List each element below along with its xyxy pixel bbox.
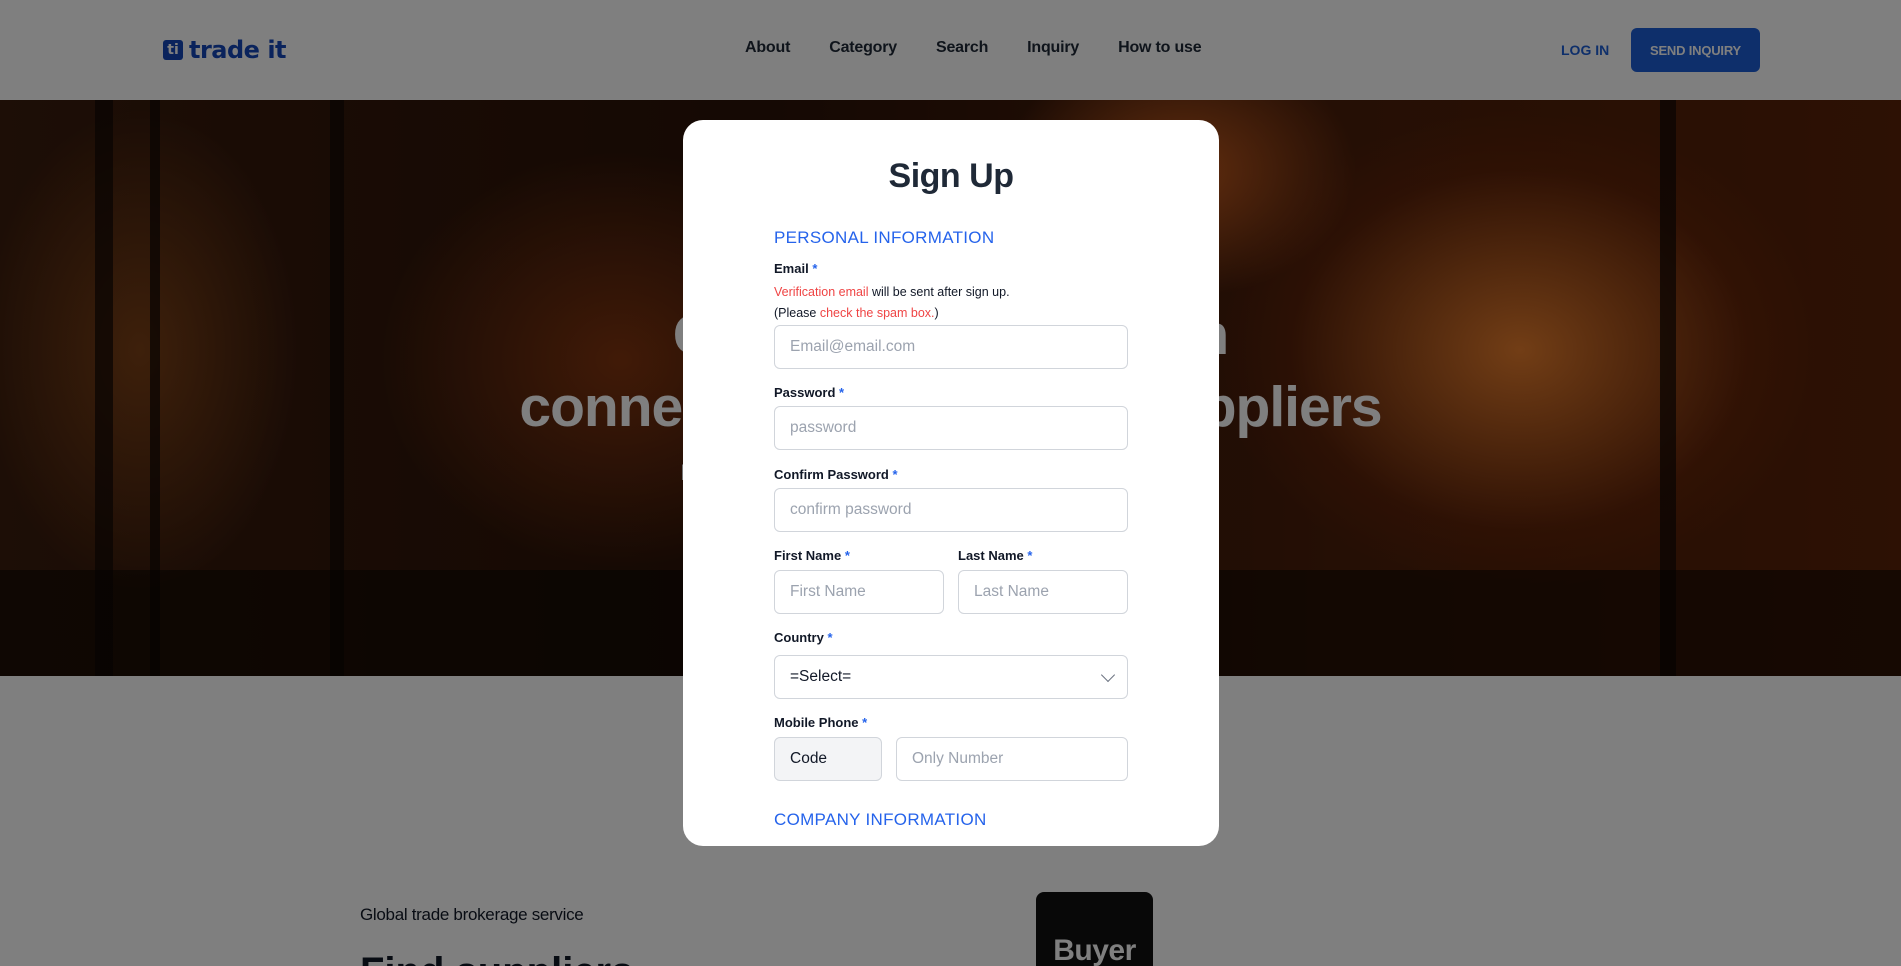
spam-note-highlight: check the spam box. — [819, 306, 935, 320]
last-name-field[interactable]: Last Name — [958, 570, 1128, 614]
last-name-label: Last Name * — [958, 548, 1032, 563]
password-field[interactable]: password — [774, 406, 1128, 450]
mobile-phone-label: Mobile Phone * — [774, 715, 867, 730]
first-name-field[interactable]: First Name — [774, 570, 944, 614]
last-name-label-text: Last Name — [958, 548, 1024, 563]
country-select[interactable]: =Select= — [774, 655, 1128, 699]
first-name-label: First Name * — [774, 548, 850, 563]
confirm-password-label-text: Confirm Password — [774, 467, 889, 482]
required-mark: * — [1027, 548, 1033, 563]
personal-info-heading: PERSONAL INFORMATION — [774, 228, 995, 247]
required-mark: * — [844, 548, 850, 563]
chevron-down-icon — [1100, 667, 1116, 683]
required-mark: * — [827, 630, 833, 645]
confirm-password-label: Confirm Password * — [774, 467, 898, 482]
password-label-text: Password — [774, 385, 836, 400]
verification-note: Verification email will be sent after si… — [774, 285, 1010, 299]
country-select-value: =Select= — [790, 668, 852, 685]
first-name-label-text: First Name — [774, 548, 842, 563]
spam-note-pre: (Please — [774, 306, 820, 320]
email-field[interactable]: Email@email.com — [774, 325, 1128, 369]
password-label: Password * — [774, 385, 844, 400]
email-label-text: Email — [774, 261, 809, 276]
country-code-field[interactable]: Code — [774, 737, 882, 781]
country-label-text: Country — [774, 630, 824, 645]
required-mark: * — [839, 385, 845, 400]
spam-note-post: ) — [934, 306, 939, 320]
email-label: Email * — [774, 261, 817, 276]
phone-number-field[interactable]: Only Number — [896, 737, 1128, 781]
modal-title: Sign Up — [888, 157, 1014, 195]
confirm-password-field[interactable]: confirm password — [774, 488, 1128, 532]
required-mark: * — [862, 715, 868, 730]
mobile-phone-label-text: Mobile Phone — [774, 715, 859, 730]
spam-note: (Please check the spam box.) — [774, 306, 939, 320]
verification-note-rest: will be sent after sign up. — [868, 285, 1010, 299]
required-mark: * — [892, 467, 898, 482]
required-mark: * — [812, 261, 818, 276]
verification-email-text: Verification email — [774, 285, 869, 299]
country-label: Country * — [774, 630, 833, 645]
signup-modal: Sign Up PERSONAL INFORMATION Email * Ver… — [683, 120, 1219, 846]
company-info-heading: COMPANY INFORMATION — [774, 810, 987, 829]
